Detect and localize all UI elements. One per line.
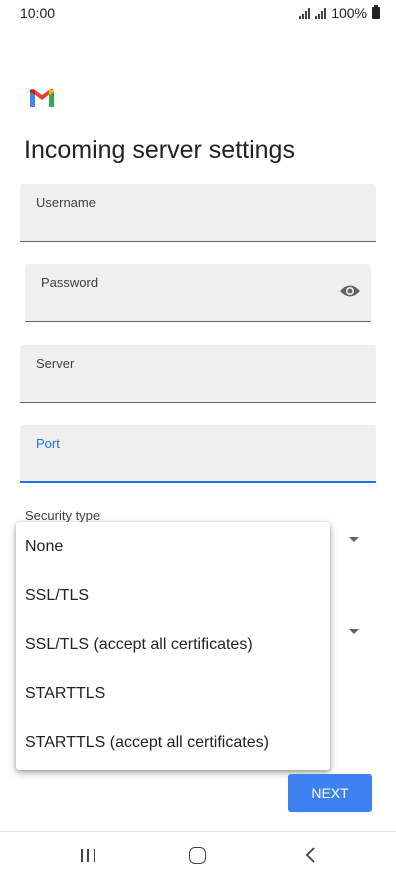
eye-icon[interactable] [339, 284, 361, 298]
next-button[interactable]: NEXT [288, 774, 372, 812]
home-icon[interactable] [189, 847, 206, 864]
menu-item-starttls-accept-all[interactable]: STARTTLS (accept all certificates) [16, 718, 330, 767]
port-field[interactable]: Port [20, 425, 376, 483]
back-icon[interactable] [304, 846, 318, 864]
menu-item-starttls[interactable]: STARTTLS [16, 669, 330, 718]
password-label: Password [41, 275, 99, 290]
battery-percent: 100% [331, 5, 367, 21]
username-label: Username [36, 195, 96, 210]
security-type-dropdown-menu: None SSL/TLS SSL/TLS (accept all certifi… [16, 522, 330, 770]
menu-item-none[interactable]: None [16, 522, 330, 571]
username-field[interactable]: Username [20, 184, 376, 242]
battery-icon [372, 5, 380, 19]
port-label: Port [36, 436, 60, 451]
signal-icon [299, 7, 311, 19]
password-field[interactable]: Password [25, 264, 371, 322]
gmail-logo-icon [30, 89, 54, 107]
status-bar: 10:00 100% [0, 0, 396, 28]
menu-item-ssl-tls-accept-all[interactable]: SSL/TLS (accept all certificates) [16, 620, 330, 669]
chevron-down-icon[interactable] [349, 537, 359, 542]
status-indicators: 100% [299, 5, 380, 21]
recents-icon[interactable] [81, 849, 95, 863]
status-time: 10:00 [20, 5, 56, 21]
server-label: Server [36, 356, 75, 371]
chevron-down-icon[interactable] [349, 629, 359, 634]
signal-icon [315, 7, 327, 19]
security-type-label: Security type [25, 508, 101, 523]
menu-item-ssl-tls[interactable]: SSL/TLS [16, 571, 330, 620]
server-field[interactable]: Server [20, 345, 376, 403]
navigation-bar [0, 832, 396, 880]
page-title: Incoming server settings [24, 136, 295, 164]
